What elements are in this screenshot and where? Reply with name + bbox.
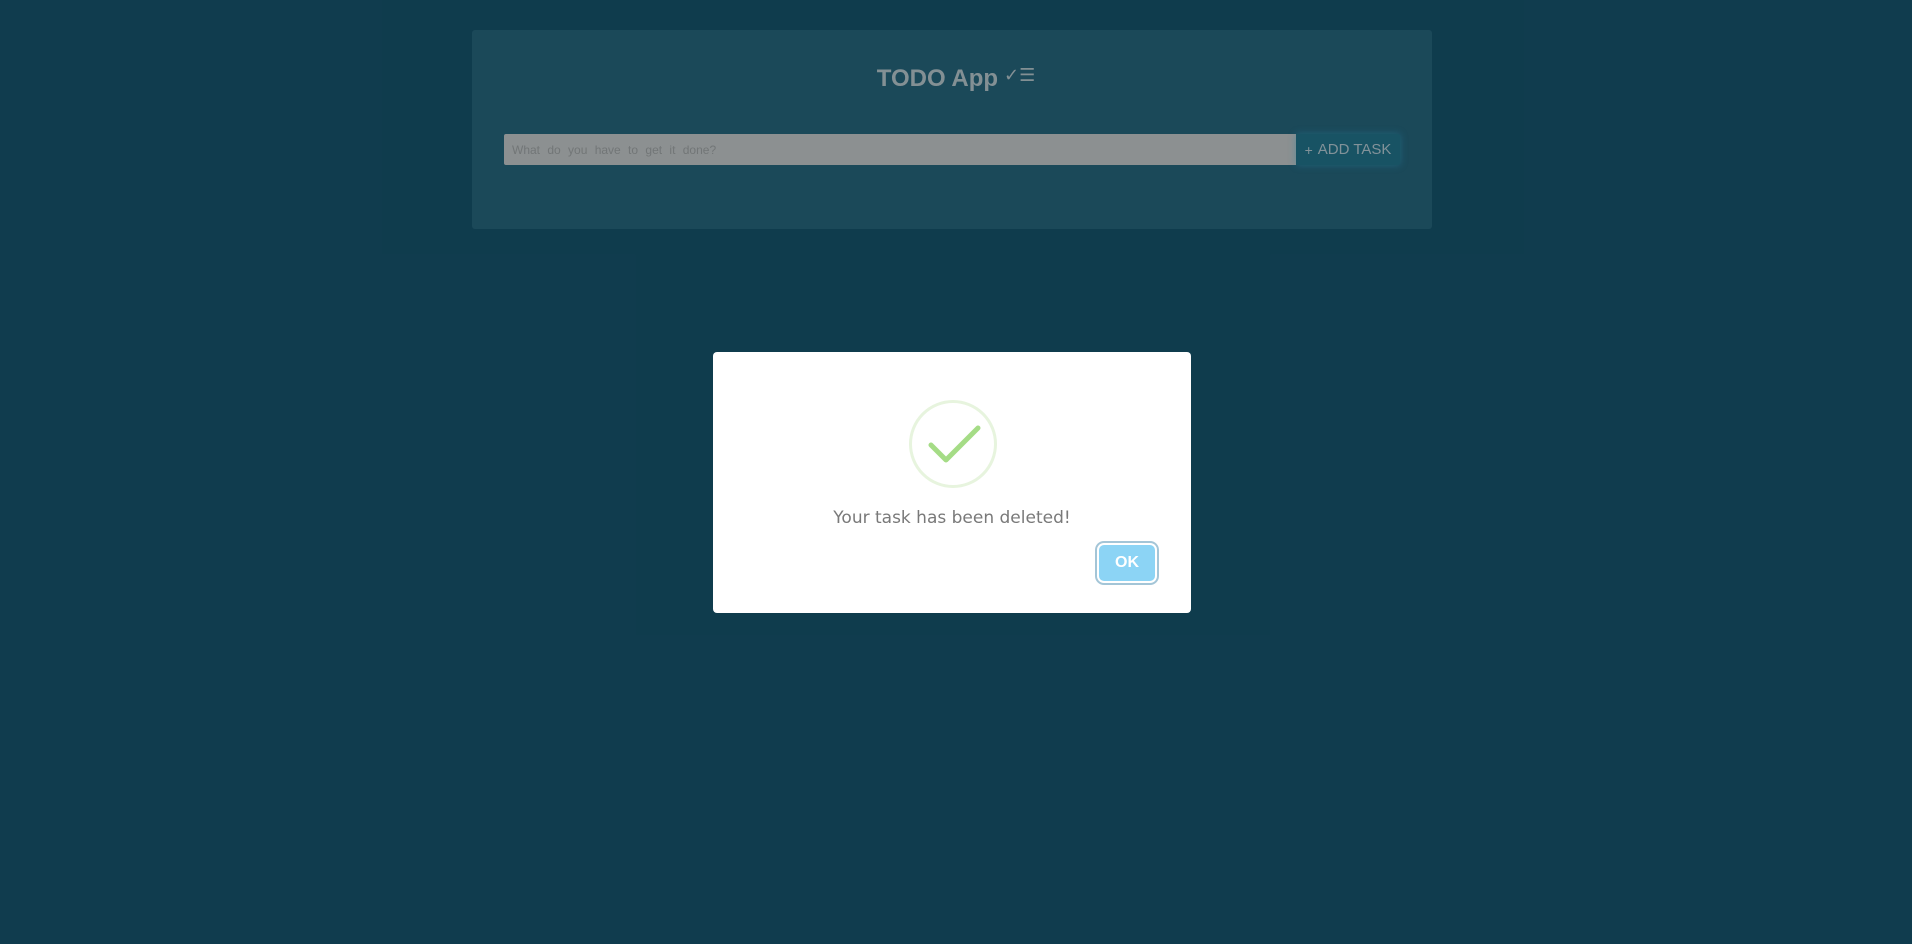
- alert-message: Your task has been deleted!: [833, 508, 1071, 528]
- checkmark-icon: [928, 425, 981, 463]
- ok-button[interactable]: OK: [1099, 545, 1155, 581]
- alert-dialog: Your task has been deleted! OK: [713, 352, 1191, 613]
- success-checkmark-icon: [909, 400, 997, 488]
